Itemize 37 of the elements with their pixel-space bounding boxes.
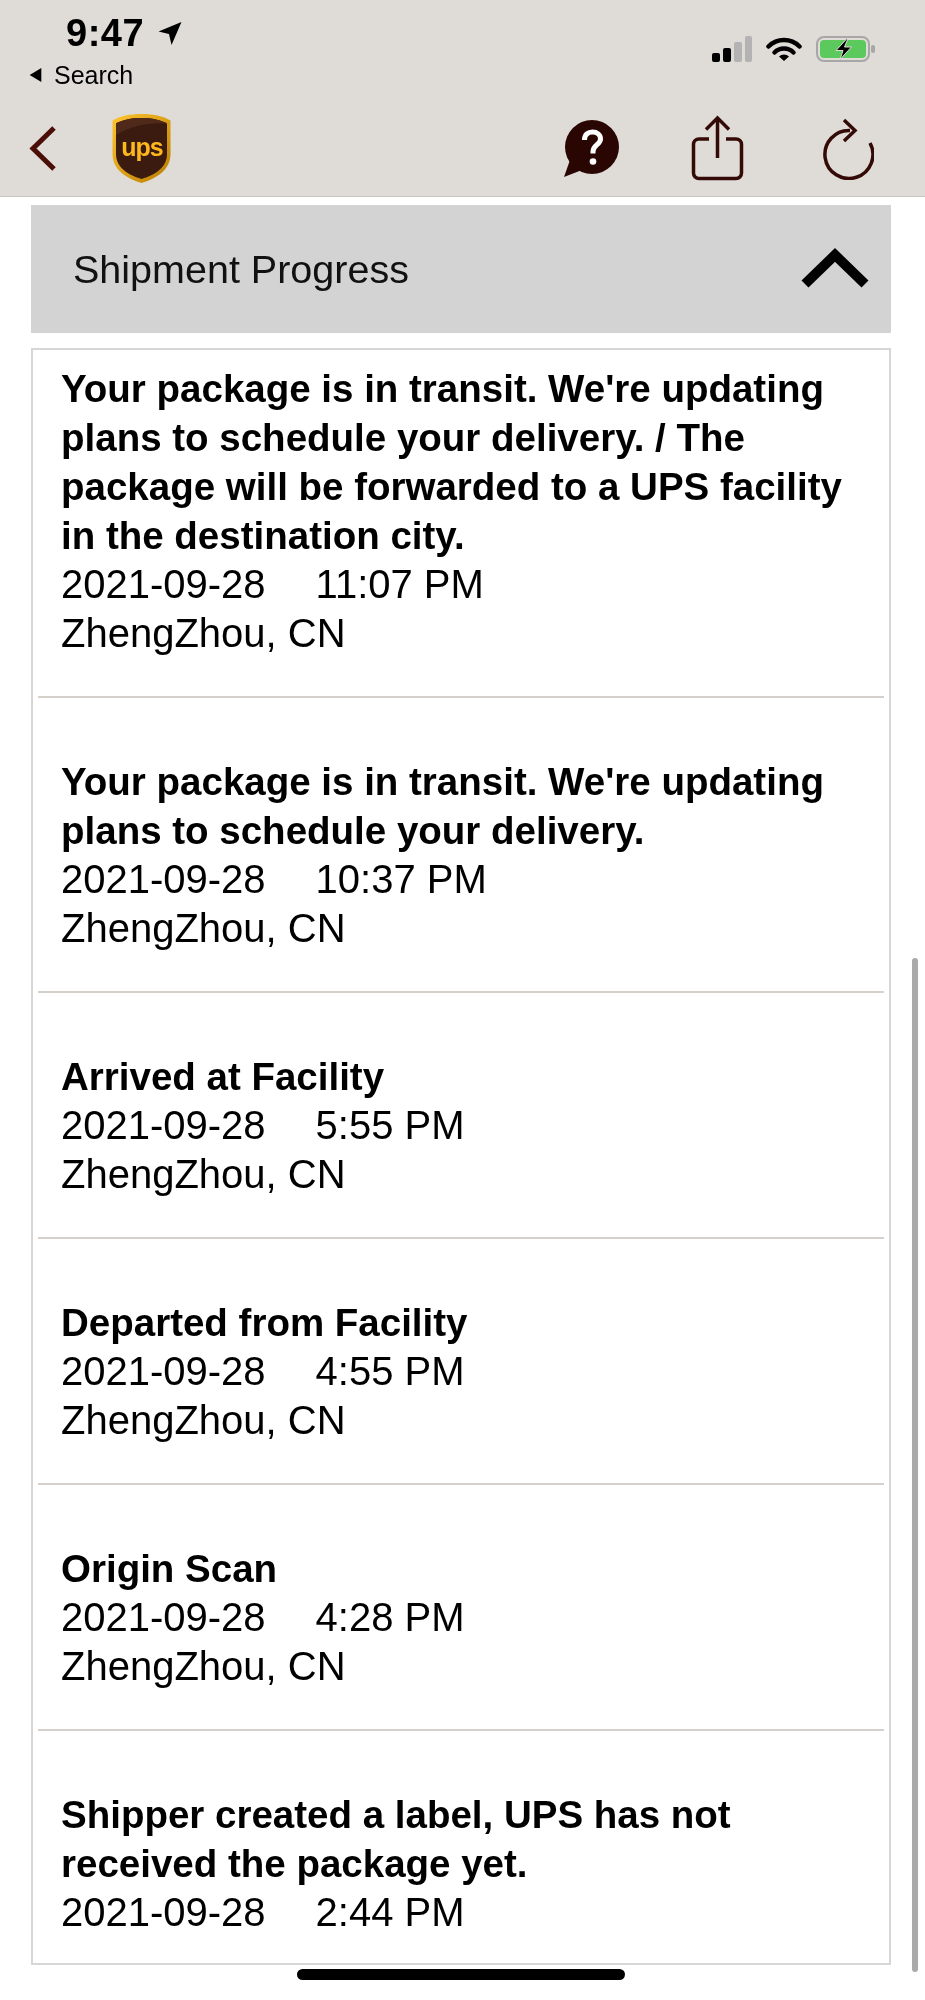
event-date: 2021-09-28: [61, 561, 266, 608]
event-time: 4:55 PM: [315, 1348, 465, 1395]
event-description: Shipper created a label, UPS has not received the package yet.: [61, 1792, 732, 1887]
event-location: ZhengZhou, CN: [61, 1151, 347, 1198]
back-to-search-link[interactable]: Search: [28, 53, 184, 97]
event-description: Your package is in transit. We're updating plans to schedule your delivery. / The package will be forwarded to a UPS facility in the destination city.: [61, 366, 843, 559]
left-triangle-icon: [28, 68, 43, 82]
section-header[interactable]: Shipment Progress: [31, 205, 891, 333]
event-description: Arrived at Facility: [61, 1054, 386, 1100]
refresh-icon[interactable]: [821, 116, 874, 180]
event-date: 2021-09-28: [61, 1348, 266, 1395]
event-description: Departed from Facility: [61, 1300, 469, 1346]
event-time: 2:44 PM: [315, 1889, 465, 1936]
chevron-up-icon[interactable]: [801, 248, 869, 290]
event-location: ZhengZhou, CN: [61, 610, 347, 657]
event-description: Origin Scan: [61, 1546, 279, 1592]
event-time: 10:37 PM: [315, 856, 487, 903]
event-date: 2021-09-28: [61, 1889, 266, 1936]
wifi-icon: [766, 36, 802, 62]
event-location: ZhengZhou, CN: [61, 1643, 347, 1690]
event-date: 2021-09-28: [61, 1102, 266, 1149]
share-icon[interactable]: [691, 115, 744, 181]
shield-logo: ups: [111, 112, 172, 184]
event-location: ZhengZhou, CN: [61, 1397, 347, 1444]
event-time: 4:28 PM: [315, 1594, 465, 1641]
event-date: 2021-09-28: [61, 1594, 266, 1641]
event-time: 5:55 PM: [315, 1102, 465, 1149]
event-location: ZhengZhou, CN: [61, 905, 347, 952]
event-time: 11:07 PM: [315, 561, 484, 608]
help-icon[interactable]: [563, 119, 619, 177]
location-arrow-icon: [157, 20, 184, 46]
back-chevron-icon[interactable]: [28, 124, 58, 172]
event-date: 2021-09-28: [61, 856, 266, 903]
status-time: 9:47: [66, 13, 145, 53]
battery-charging-icon: [816, 36, 875, 62]
cellular-signal-icon: [712, 36, 752, 62]
event-description: Your package is in transit. We're updating plans to schedule your delivery.: [61, 759, 825, 854]
